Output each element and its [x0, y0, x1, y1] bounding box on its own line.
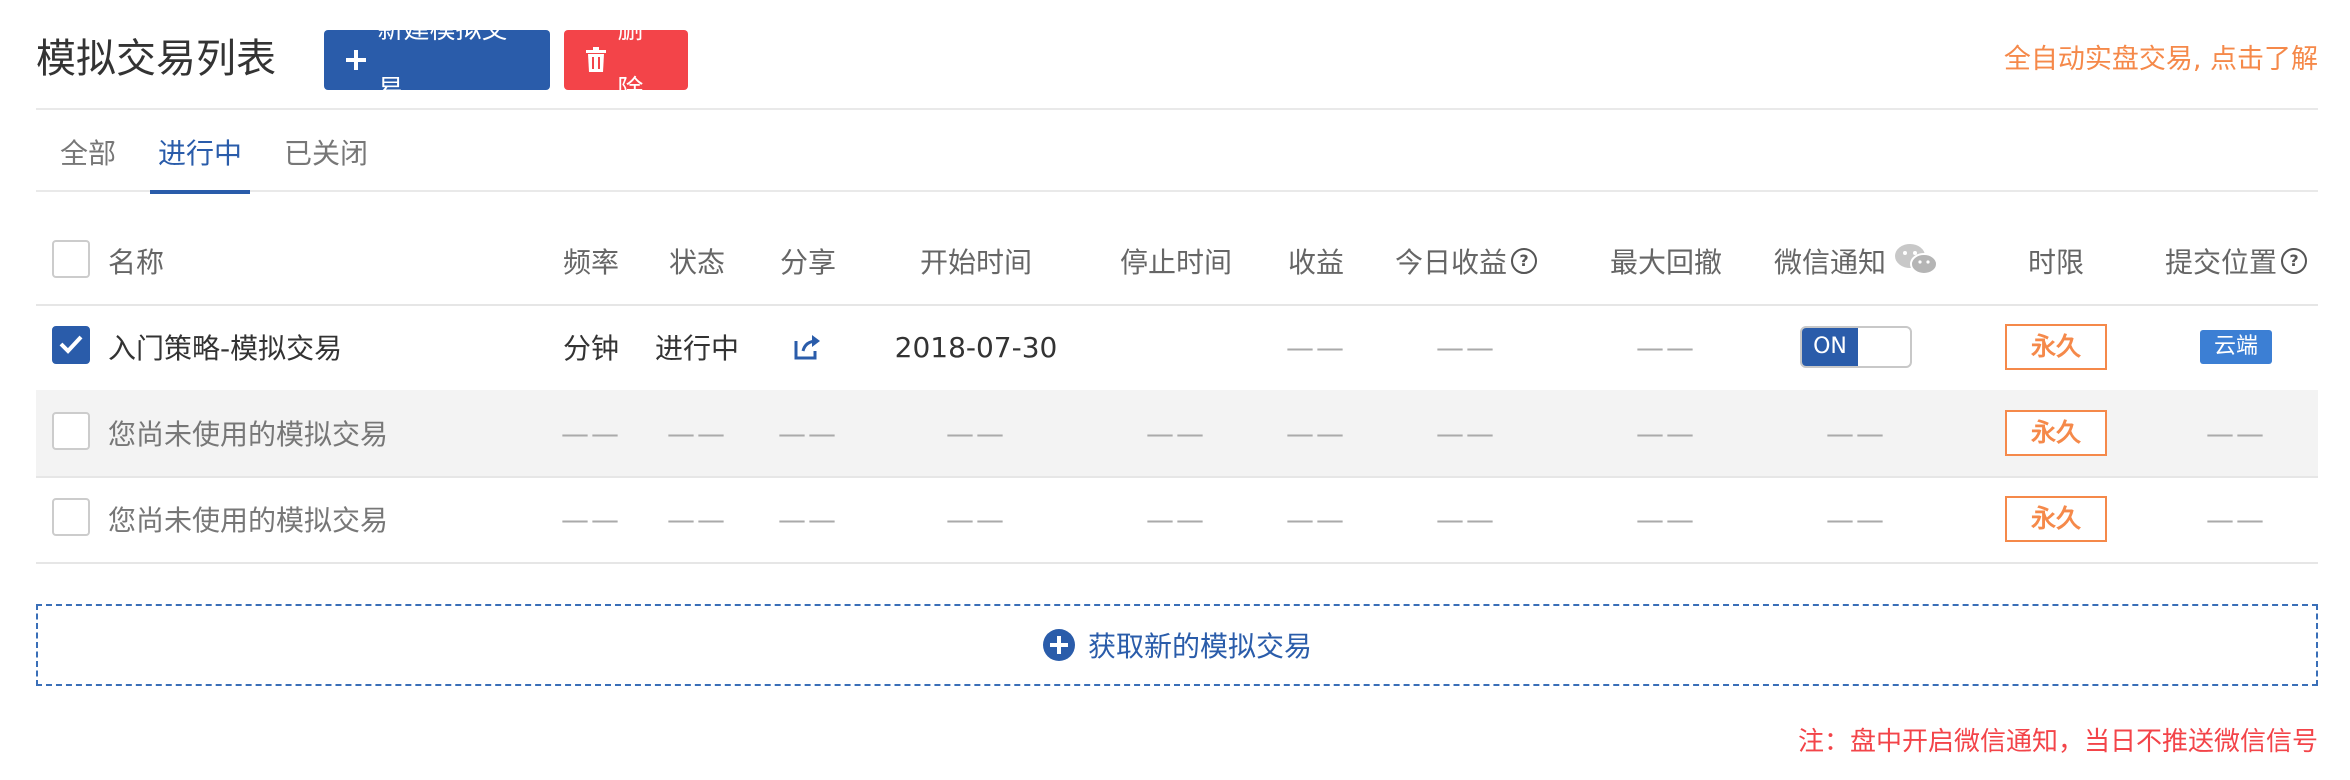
row-max-drawdown: —— [1636, 330, 1696, 364]
delete-button[interactable]: 删除 [564, 15, 688, 105]
col-start-time: 开始时间 [919, 246, 1032, 279]
wechat-note: 注：盘中开启微信通知，当日不推送微信信号 [1797, 727, 2318, 757]
row-time-limit-cell: 永久 [1966, 390, 2146, 476]
tab-closed[interactable]: 已关闭 [276, 134, 376, 174]
row-today-profit: —— [1436, 330, 1496, 364]
row-stop-time: —— [1146, 502, 1206, 536]
permanent-badge[interactable]: 永久 [2005, 324, 2107, 370]
table-row[interactable]: 您尚未使用的模拟交易 —— —— —— —— —— —— —— —— —— 永久… [36, 476, 2318, 564]
col-share: 分享 [779, 246, 836, 279]
row-checkbox[interactable] [52, 412, 90, 450]
row-start-time: —— [946, 416, 1006, 450]
row-today-profit: —— [1436, 416, 1496, 450]
trash-icon [584, 45, 607, 75]
row-name: 您尚未使用的模拟交易 [108, 418, 389, 451]
row-frequency: —— [561, 416, 621, 450]
row-stop-time [1086, 304, 1266, 390]
col-submit-location: 提交位置 ? [2146, 218, 2326, 304]
row-share: —— [778, 416, 838, 450]
page-header: 模拟交易列表 新建模拟交易 删除 全自动实盘交易, 点击了解 [36, 0, 2318, 110]
row-time-limit-cell: 永久 [1966, 476, 2146, 562]
tab-all[interactable]: 全部 [52, 134, 124, 174]
col-stop-time: 停止时间 [1119, 246, 1232, 279]
row-wechat-cell: ON [1756, 304, 1956, 390]
add-new-label: 获取新的模拟交易 [1087, 630, 1312, 663]
row-time-limit-cell: 永久 [1966, 304, 2146, 390]
question-circle-icon[interactable]: ? [1511, 248, 1537, 274]
new-simulation-button[interactable]: 新建模拟交易 [324, 15, 550, 105]
cloud-badge: 云端 [2200, 330, 2272, 364]
page-title: 模拟交易列表 [36, 36, 276, 82]
share-icon[interactable] [758, 304, 858, 390]
row-name: 您尚未使用的模拟交易 [108, 504, 389, 537]
question-circle-icon[interactable]: ? [2281, 248, 2307, 274]
row-profit: —— [1286, 330, 1346, 364]
row-checkbox[interactable] [52, 498, 90, 536]
add-new-simulation-button[interactable]: 获取新的模拟交易 [36, 604, 2318, 686]
toggle-on-label: ON [1802, 328, 1858, 366]
row-status: 进行中 [654, 332, 739, 365]
row-max-drawdown: —— [1636, 416, 1696, 450]
row-checkbox[interactable] [52, 326, 90, 364]
col-wechat-label: 微信通知 [1773, 246, 1886, 279]
permanent-badge[interactable]: 永久 [2005, 496, 2107, 542]
page: 模拟交易列表 新建模拟交易 删除 全自动实盘交易, 点击了解 全部 进行中 已关… [36, 0, 2318, 780]
plus-circle-icon [1042, 628, 1076, 662]
wechat-icon [1894, 242, 1938, 276]
row-wechat: —— [1826, 416, 1886, 450]
row-frequency: —— [561, 502, 621, 536]
table-header-row: 名称 频率 状态 分享 开始时间 停止时间 收益 今日收益 ? 最大回撤 微信通… [36, 218, 2318, 306]
row-share: —— [778, 502, 838, 536]
row-frequency: 分钟 [562, 332, 619, 365]
row-submit-location-cell: 云端 [2146, 304, 2326, 390]
row-max-drawdown: —— [1636, 502, 1696, 536]
row-status: —— [667, 416, 727, 450]
new-simulation-label: 新建模拟交易 [377, 15, 508, 105]
row-start-time: —— [946, 502, 1006, 536]
row-today-profit: —— [1436, 502, 1496, 536]
row-stop-time: —— [1146, 416, 1206, 450]
col-status: 状态 [668, 246, 725, 279]
table-row[interactable]: 入门策略-模拟交易 分钟 进行中 2018-07-30 —— —— —— ON [36, 304, 2318, 392]
tab-running[interactable]: 进行中 [150, 134, 251, 194]
wechat-notify-toggle[interactable]: ON [1800, 326, 1912, 368]
col-time-limit: 时限 [2027, 246, 2084, 279]
col-today-profit: 今日收益 ? [1366, 218, 1566, 304]
col-frequency: 频率 [562, 246, 619, 279]
delete-label: 删除 [617, 15, 644, 105]
row-profit: —— [1286, 416, 1346, 450]
permanent-badge[interactable]: 永久 [2005, 410, 2107, 456]
row-name[interactable]: 入门策略-模拟交易 [108, 304, 342, 390]
select-all-checkbox[interactable] [52, 240, 90, 278]
col-max-drawdown: 最大回撤 [1609, 246, 1722, 279]
row-status: —— [667, 502, 727, 536]
col-name: 名称 [108, 246, 165, 279]
row-wechat: —— [1826, 502, 1886, 536]
col-profit: 收益 [1287, 246, 1344, 279]
row-submit-location: —— [2206, 502, 2266, 536]
tab-bar: 全部 进行中 已关闭 [36, 110, 2318, 194]
table-row[interactable]: 您尚未使用的模拟交易 —— —— —— —— —— —— —— —— —— 永久… [36, 390, 2318, 478]
col-wechat-notify: 微信通知 [1756, 218, 1956, 304]
row-submit-location: —— [2206, 416, 2266, 450]
col-today-profit-label: 今日收益 [1394, 246, 1507, 279]
plus-icon [344, 45, 367, 75]
auto-trade-link[interactable]: 全自动实盘交易, 点击了解 [2004, 42, 2318, 78]
row-profit: —— [1286, 502, 1346, 536]
row-start-time: 2018-07-30 [894, 330, 1058, 364]
col-submit-location-label: 提交位置 [2164, 246, 2277, 279]
